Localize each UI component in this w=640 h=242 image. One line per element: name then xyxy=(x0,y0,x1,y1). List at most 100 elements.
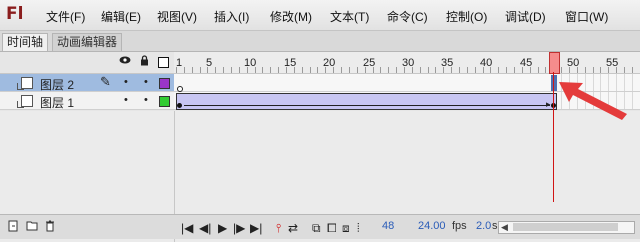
menu-text[interactable]: 文本(T) xyxy=(330,8,369,25)
new-folder-icon[interactable] xyxy=(26,220,38,234)
scrollbar-thumb[interactable] xyxy=(513,223,618,231)
ruler-tick xyxy=(530,67,531,73)
ruler-tick xyxy=(207,67,208,73)
lock-icon[interactable] xyxy=(140,55,149,69)
fps-value[interactable]: 24.00 xyxy=(418,220,446,232)
ruler-tick xyxy=(294,67,295,73)
ruler-tick xyxy=(302,67,303,73)
tab-timeline[interactable]: 时间轴 xyxy=(2,33,49,51)
ruler-tick xyxy=(200,67,201,73)
ruler-tick xyxy=(373,67,374,73)
delete-layer-icon[interactable] xyxy=(45,220,55,235)
elapsed-time-value[interactable]: 2.0 xyxy=(476,220,491,232)
menu-window[interactable]: 窗口(W) xyxy=(565,8,608,25)
ruler-tick xyxy=(435,67,436,73)
ruler-tick xyxy=(522,67,523,73)
menu-view[interactable]: 视图(V) xyxy=(157,8,197,25)
ruler-tick xyxy=(593,67,594,73)
menu-file[interactable]: 文件(F) xyxy=(46,8,85,25)
ruler-tick xyxy=(310,67,311,73)
empty-keyframe[interactable] xyxy=(177,86,183,92)
ruler-tick xyxy=(341,67,342,73)
onion-skin-icon[interactable]: ⧉ xyxy=(312,221,321,236)
ruler-tick xyxy=(561,67,562,73)
ruler-tick xyxy=(616,67,617,73)
ruler-tick xyxy=(498,67,499,73)
tween-arrow xyxy=(184,105,550,106)
ruler-tick xyxy=(176,67,177,73)
new-layer-icon[interactable] xyxy=(8,220,19,235)
app-logo: Fl xyxy=(6,4,24,24)
current-frame-value[interactable]: 48 xyxy=(382,220,394,232)
onion-outline-icon[interactable]: ⧠ xyxy=(327,221,337,236)
menu-edit[interactable]: 编辑(E) xyxy=(101,8,141,25)
frame-ruler[interactable]: 1 5 10 15 20 25 30 35 40 45 50 55 xyxy=(174,52,640,74)
ruler-tick xyxy=(608,67,609,73)
fps-unit: fps xyxy=(452,220,467,232)
last-frame-icon[interactable]: ▶| xyxy=(250,221,262,235)
ruler-tick xyxy=(380,67,381,73)
layer-color-swatch[interactable] xyxy=(159,96,170,107)
frame-cell-divider xyxy=(632,74,633,91)
layer-color-swatch[interactable] xyxy=(159,78,170,89)
ruler-tick xyxy=(262,67,263,73)
ruler-tick xyxy=(286,67,287,73)
pencil-icon: ✎ xyxy=(100,74,111,89)
ruler-tick xyxy=(577,67,578,73)
playhead-line xyxy=(553,72,554,202)
first-frame-icon[interactable]: |◀ xyxy=(181,221,193,235)
step-forward-icon[interactable]: |▶ xyxy=(233,221,245,235)
ruler-tick xyxy=(467,67,468,73)
edit-multiple-frames-icon[interactable]: ⧈ xyxy=(342,221,350,236)
layer-icon xyxy=(17,95,33,108)
menu-insert[interactable]: 插入(I) xyxy=(214,8,249,25)
keyframe-start[interactable] xyxy=(177,103,182,108)
ruler-tick xyxy=(333,67,334,73)
visibility-dot[interactable]: • xyxy=(124,94,128,106)
outline-toggle-icon[interactable] xyxy=(158,57,169,68)
layer-row-1[interactable]: 图层 1 • • xyxy=(0,92,174,110)
motion-tween-span[interactable] xyxy=(176,93,557,110)
ruler-tick xyxy=(514,67,515,73)
ruler-tick xyxy=(569,67,570,73)
tab-motion-editor[interactable]: 动画编辑器 xyxy=(52,33,123,51)
eye-icon[interactable] xyxy=(119,55,131,68)
layer-icon xyxy=(17,77,33,90)
ruler-tick xyxy=(223,67,224,73)
menu-commands[interactable]: 命令(C) xyxy=(387,8,428,25)
timeline-scrollbar[interactable]: ◀ xyxy=(498,221,635,234)
play-icon[interactable]: ▶ xyxy=(218,221,227,235)
playhead-handle[interactable] xyxy=(549,52,560,74)
ruler-tick xyxy=(459,67,460,73)
ruler-tick xyxy=(404,67,405,73)
loop-icon[interactable]: ⇄ xyxy=(288,221,298,235)
ruler-tick xyxy=(506,67,507,73)
lock-dot[interactable]: • xyxy=(144,76,148,88)
step-back-icon[interactable]: ◀| xyxy=(199,221,211,235)
center-frame-icon[interactable]: ⫯ xyxy=(276,221,281,236)
scroll-left-icon[interactable]: ◀ xyxy=(501,222,508,233)
menu-modify[interactable]: 修改(M) xyxy=(270,8,312,25)
elapsed-time-unit: s xyxy=(492,220,498,232)
ruler-tick xyxy=(420,67,421,73)
layer-name[interactable]: 图层 1 xyxy=(40,94,74,111)
frame-cell-divider xyxy=(632,92,633,109)
ruler-tick xyxy=(490,67,491,73)
ruler-tick xyxy=(451,67,452,73)
layer-name[interactable]: 图层 2 xyxy=(40,76,74,93)
ruler-tick xyxy=(325,67,326,73)
ruler-tick xyxy=(412,67,413,73)
ruler-tick xyxy=(600,67,601,73)
layer-row-2[interactable]: 图层 2 ✎ • • xyxy=(0,74,174,92)
menu-bar: Fl 文件(F) 编辑(E) 视图(V) 插入(I) 修改(M) 文本(T) 命… xyxy=(0,0,640,31)
modify-markers-icon[interactable]: ⦙ xyxy=(357,221,360,236)
menu-debug[interactable]: 调试(D) xyxy=(505,8,546,25)
ruler-tick xyxy=(585,67,586,73)
annotation-arrow-icon xyxy=(559,82,627,120)
visibility-dot[interactable]: • xyxy=(124,76,128,88)
lock-dot[interactable]: • xyxy=(144,94,148,106)
timeline-statusbar: |◀ ◀| ▶ |▶ ▶| ⫯ ⇄ ⧉ ⧠ ⧈ ⦙ 48 24.00 fps 2… xyxy=(0,214,640,239)
ruler-tick xyxy=(483,67,484,73)
ruler-tick xyxy=(624,67,625,73)
menu-control[interactable]: 控制(O) xyxy=(446,8,487,25)
